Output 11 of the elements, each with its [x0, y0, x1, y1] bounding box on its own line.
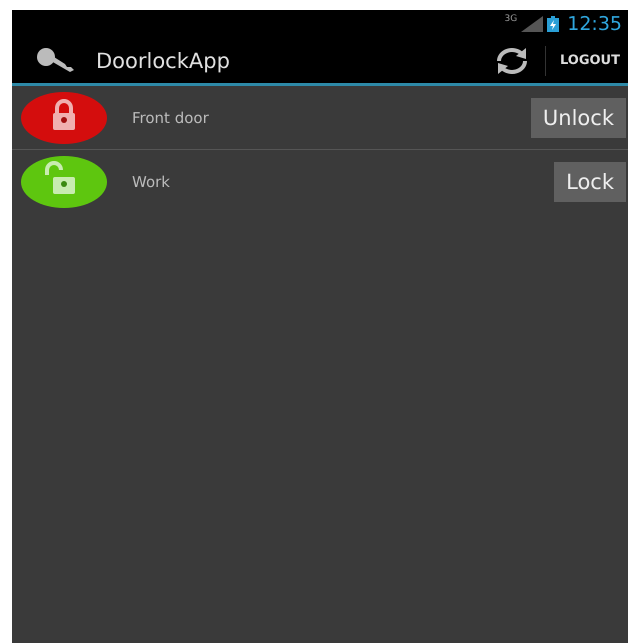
key-icon: [36, 48, 76, 74]
lock-toggle-button[interactable]: Unlock: [530, 98, 626, 138]
lock-toggle-button[interactable]: Lock: [554, 162, 626, 202]
door-name: Work: [132, 172, 170, 190]
door-name: Front door: [132, 108, 209, 126]
app-title: DoorlockApp: [96, 48, 230, 72]
clock: 12:35: [567, 13, 622, 35]
signal-icon: [521, 16, 544, 32]
logout-button[interactable]: LOGOUT: [544, 46, 628, 76]
battery-icon: [547, 16, 560, 32]
network-type: 3G: [504, 14, 518, 24]
